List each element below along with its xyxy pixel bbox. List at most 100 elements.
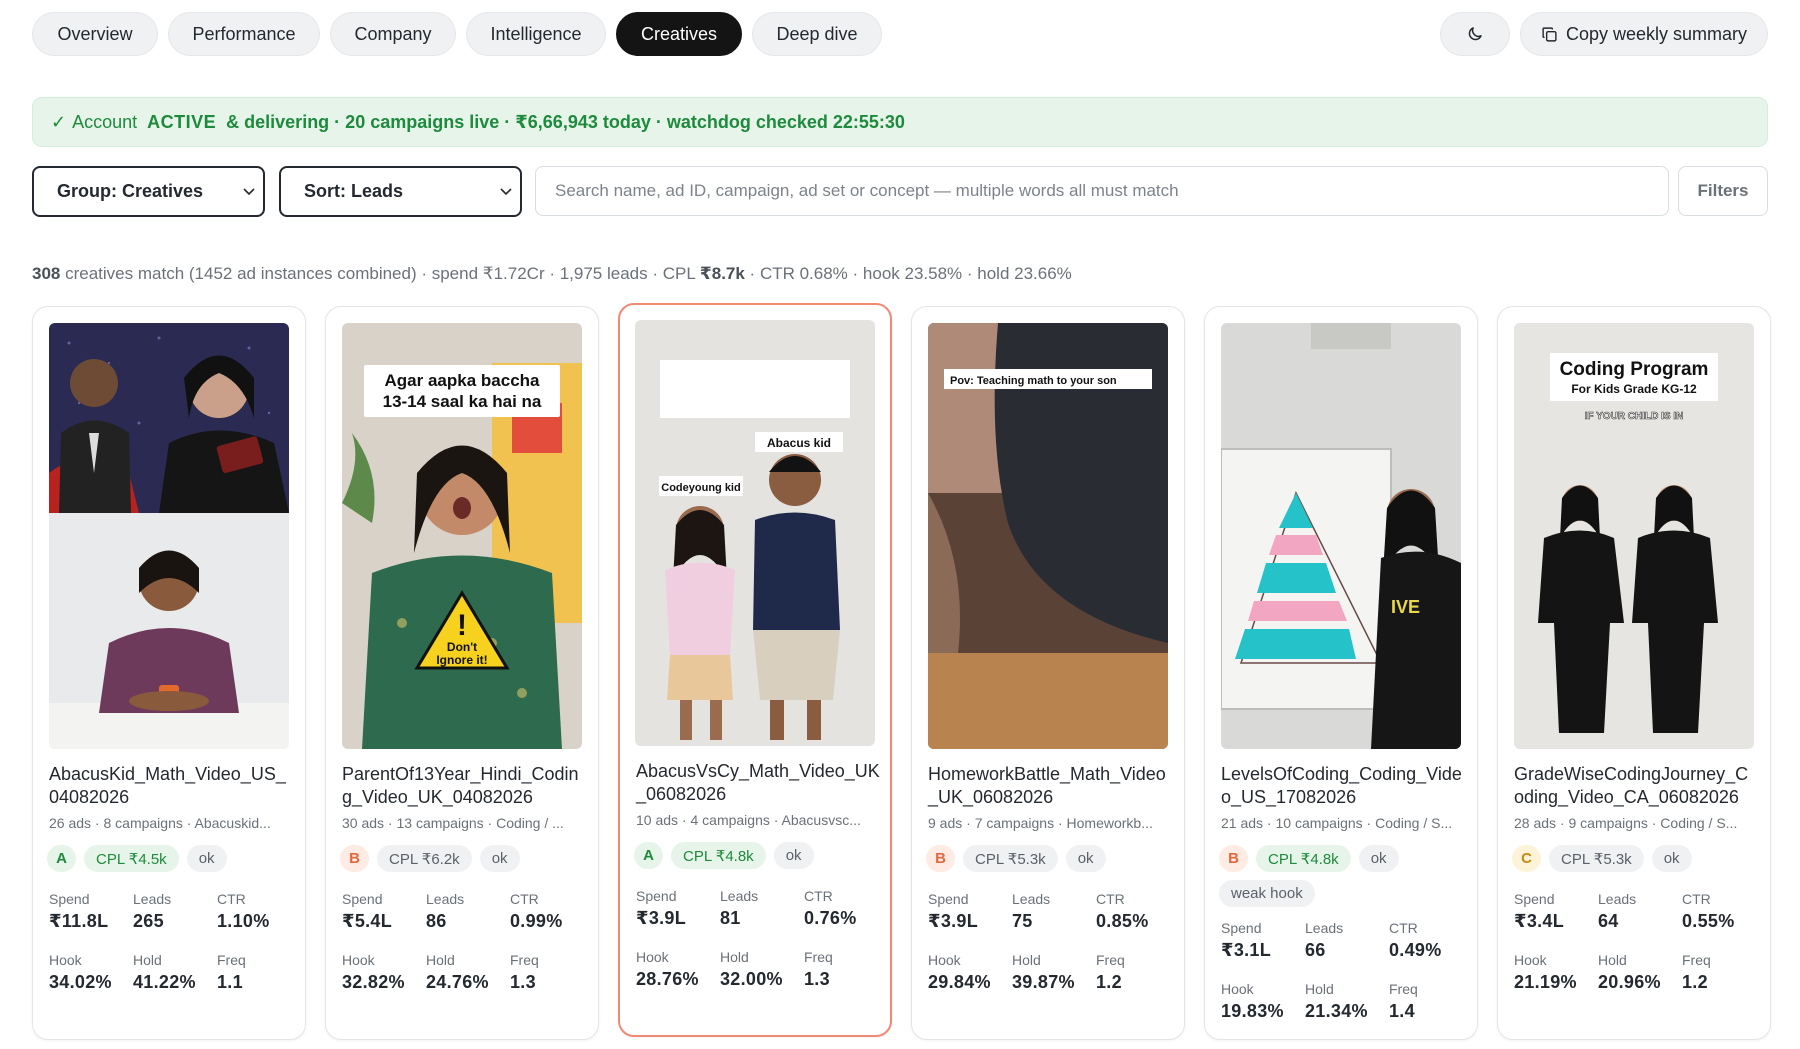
creative-metrics: Spend ₹11.8L Leads 265 CTR 1.10% Hook 34.02%… (49, 891, 289, 993)
creative-card[interactable]: Pov: Teaching math to your son HomeworkB… (911, 306, 1185, 1040)
thumbnail-caption: Agar aapka baccha (385, 371, 541, 390)
tab-performance[interactable]: Performance (168, 12, 320, 56)
metric-freq: Freq 1.3 (804, 949, 876, 990)
metric-hold: Hold 21.34% (1305, 981, 1389, 1022)
filters-button[interactable]: Filters (1678, 166, 1768, 216)
creative-card[interactable]: AbacusKid_Math_Video_US_04082026 26 ads … (32, 306, 306, 1040)
creative-card[interactable]: IVE LevelsOfCoding_Coding_Video_US_17082… (1204, 306, 1478, 1040)
theme-toggle-button[interactable] (1440, 12, 1510, 56)
group-select[interactable]: Group: Creatives (32, 166, 265, 217)
cpl-badge: CPL ₹4.8k (1256, 845, 1351, 872)
metric-value: 1.10% (217, 911, 270, 931)
grade-badge: A (47, 845, 76, 872)
metric-freq: Freq 1.4 (1389, 981, 1461, 1022)
metric-label: CTR (804, 888, 833, 904)
metric-label: Spend (1221, 920, 1262, 936)
metric-value: 66 (1305, 940, 1326, 960)
metric-label: Freq (510, 952, 539, 968)
cpl-badge: CPL ₹4.8k (671, 842, 766, 869)
creative-metrics: Spend ₹5.4L Leads 86 CTR 0.99% Hook 32.82% H… (342, 891, 582, 993)
metric-leads: Leads 66 (1305, 920, 1389, 961)
metric-ctr: CTR 0.55% (1682, 891, 1754, 932)
metric-hook: Hook 19.83% (1221, 981, 1305, 1022)
metric-label: CTR (1096, 891, 1125, 907)
grade-badge: B (340, 845, 369, 872)
metric-freq: Freq 1.1 (217, 952, 289, 993)
metric-freq: Freq 1.3 (510, 952, 582, 993)
group-select-value: Group: Creatives (57, 181, 204, 201)
metric-ctr: CTR 1.10% (217, 891, 289, 932)
creative-name: LevelsOfCoding_Coding_Video_US_17082026 (1221, 764, 1462, 807)
metric-label: Hold (1305, 981, 1334, 997)
cpl-badge: CPL ₹5.3k (1549, 845, 1644, 872)
tab-overview[interactable]: Overview (32, 12, 158, 56)
creative-meta: 30 ads · 13 campaigns · Coding / ... (342, 815, 564, 831)
creative-badges: B CPL ₹6.2k ok (340, 845, 590, 872)
creative-thumbnail[interactable]: Coding Program For Kids Grade KG-12 IF Y… (1514, 323, 1754, 749)
metric-value: ₹11.8L (49, 911, 109, 931)
search-input[interactable]: Search name, ad ID, campaign, ad set or … (535, 166, 1669, 216)
metric-spend: Spend ₹3.9L (636, 888, 720, 929)
metric-label: Leads (1012, 891, 1051, 907)
creative-thumbnail[interactable]: Abacus kid Codeyoung kid (635, 320, 875, 746)
tab-creatives[interactable]: Creatives (616, 12, 742, 56)
creative-badges: A CPL ₹4.8k ok (634, 842, 884, 869)
creative-thumbnail[interactable] (49, 323, 289, 749)
metric-value: 21.19% (1514, 972, 1577, 992)
metric-value: 86 (426, 911, 447, 931)
metric-value: 0.85% (1096, 911, 1149, 931)
creative-meta: 28 ads · 9 campaigns · Coding / S... (1514, 815, 1738, 831)
creative-thumbnail[interactable]: Pov: Teaching math to your son (928, 323, 1168, 749)
thumbnail-caption: 13-14 saal ka hai na (383, 392, 542, 411)
metric-label: Leads (133, 891, 172, 907)
creative-card-selected[interactable]: Abacus kid Codeyoung kid AbacusVsCy_Math… (618, 303, 892, 1037)
metric-value: 1.1 (217, 972, 243, 992)
creative-thumbnail[interactable]: Agar aapka baccha 13-14 saal ka hai na !… (342, 323, 582, 749)
metric-leads: Leads 75 (1012, 891, 1096, 932)
creative-thumbnail[interactable]: IVE (1221, 323, 1461, 749)
cpl-badge: CPL ₹6.2k (377, 845, 472, 872)
metric-hold: Hold 24.76% (426, 952, 510, 993)
grade-badge: B (1219, 845, 1248, 872)
metric-label: Hook (1514, 952, 1547, 968)
tab-list: Overview Performance Company Intelligenc… (32, 12, 882, 56)
metric-label: Spend (49, 891, 90, 907)
metric-value: 20.96% (1598, 972, 1661, 992)
tab-intelligence[interactable]: Intelligence (466, 12, 606, 56)
tab-company[interactable]: Company (330, 12, 456, 56)
moon-icon (1468, 27, 1482, 41)
copy-weekly-summary-button[interactable]: Copy weekly summary (1520, 12, 1768, 56)
check-icon: ✓ (51, 111, 67, 132)
metric-hook: Hook 28.76% (636, 949, 720, 990)
results-summary: 308 creatives match (1452 ad instances c… (32, 264, 1072, 283)
metric-ctr: CTR 0.85% (1096, 891, 1168, 932)
tab-deep-dive[interactable]: Deep dive (752, 12, 882, 56)
metric-value: 28.76% (636, 969, 699, 989)
metric-ctr: CTR 0.99% (510, 891, 582, 932)
creative-meta: 21 ads · 10 campaigns · Coding / S... (1221, 815, 1453, 831)
metric-value: 1.4 (1389, 1001, 1415, 1021)
sort-select[interactable]: Sort: Leads (279, 166, 522, 217)
creative-metrics: Spend ₹3.1L Leads 66 CTR 0.49% Hook 19.83% H… (1221, 920, 1461, 1022)
metric-leads: Leads 81 (720, 888, 804, 929)
metric-value: 32.00% (720, 969, 783, 989)
metric-label: Hook (49, 952, 82, 968)
creative-badges: B CPL ₹5.3k ok (926, 845, 1176, 872)
metric-label: CTR (217, 891, 246, 907)
metric-hook: Hook 34.02% (49, 952, 133, 993)
creative-card[interactable]: Agar aapka baccha 13-14 saal ka hai na !… (325, 306, 599, 1040)
metric-label: Freq (1389, 981, 1418, 997)
metric-label: Hold (1598, 952, 1627, 968)
creative-badges: B CPL ₹4.8k ok weak hook (1219, 845, 1469, 907)
creative-card[interactable]: Coding Program For Kids Grade KG-12 IF Y… (1497, 306, 1771, 1040)
metric-spend: Spend ₹11.8L (49, 891, 133, 932)
metric-ctr: CTR 0.76% (804, 888, 876, 929)
thumbnail-caption: For Kids Grade KG-12 (1571, 382, 1697, 396)
metric-label: Hold (720, 949, 749, 965)
metric-value: 29.84% (928, 972, 991, 992)
banner-prefix: Account (72, 111, 138, 132)
creative-meta: 9 ads · 7 campaigns · Homeworkb... (928, 815, 1153, 831)
thumbnail-caption: Abacus kid (767, 436, 831, 450)
metric-value: 265 (133, 911, 164, 931)
thumbnail-caption: Coding Program (1560, 359, 1709, 380)
